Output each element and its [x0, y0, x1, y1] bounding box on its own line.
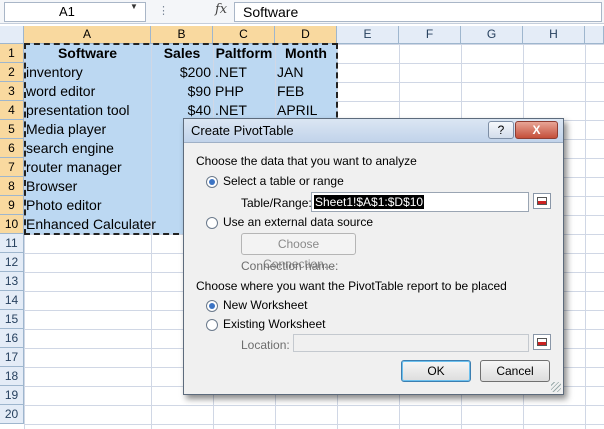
- column-header-f[interactable]: F: [399, 26, 461, 44]
- row-header[interactable]: 10: [0, 215, 24, 234]
- new-worksheet-label[interactable]: New Worksheet: [223, 298, 307, 312]
- section-analyze-label: Choose the data that you want to analyze: [196, 154, 417, 168]
- row-header[interactable]: 9: [0, 196, 24, 215]
- existing-worksheet-radio[interactable]: [206, 319, 218, 331]
- external-source-label[interactable]: Use an external data source: [223, 215, 373, 229]
- connection-name-label: Connection name:: [241, 259, 339, 273]
- insert-function-button[interactable]: fx: [215, 2, 227, 17]
- external-source-radio[interactable]: [206, 217, 218, 229]
- row-header[interactable]: 17: [0, 348, 24, 367]
- row-header[interactable]: 14: [0, 291, 24, 310]
- dialog-title: Create PivotTable: [191, 123, 294, 138]
- select-table-label[interactable]: Select a table or range: [223, 174, 344, 188]
- row-header[interactable]: 16: [0, 329, 24, 348]
- table-range-label: Table/Range:: [241, 196, 312, 210]
- existing-worksheet-label[interactable]: Existing Worksheet: [223, 317, 326, 331]
- name-box-dropdown-icon[interactable]: ▼: [130, 2, 138, 11]
- grid-line: [585, 44, 586, 429]
- row-header[interactable]: 12: [0, 253, 24, 272]
- row-header[interactable]: 18: [0, 367, 24, 386]
- row-header[interactable]: 4: [0, 101, 24, 120]
- row-header[interactable]: 2: [0, 63, 24, 82]
- column-header-g[interactable]: G: [461, 26, 523, 44]
- row-header[interactable]: 3: [0, 82, 24, 101]
- column-header-a[interactable]: A: [24, 26, 151, 44]
- formula-bar: A1 ▼ ⋮ fx Software: [0, 0, 604, 24]
- name-box-value: A1: [59, 4, 75, 19]
- column-header-e[interactable]: E: [337, 26, 399, 44]
- ok-button[interactable]: OK: [401, 360, 471, 382]
- select-table-radio[interactable]: [206, 176, 218, 188]
- new-worksheet-radio[interactable]: [206, 300, 218, 312]
- row-header[interactable]: 20: [0, 405, 24, 424]
- location-input[interactable]: [293, 334, 529, 352]
- column-header-d[interactable]: D: [275, 26, 337, 44]
- cancel-button[interactable]: Cancel: [480, 360, 550, 382]
- column-header-partial[interactable]: [585, 26, 604, 44]
- table-range-value: Sheet1!$A$1:$D$10: [314, 195, 425, 209]
- column-header-c[interactable]: C: [213, 26, 275, 44]
- row-header[interactable]: 1: [0, 44, 24, 63]
- column-header-b[interactable]: B: [151, 26, 213, 44]
- row-header[interactable]: 13: [0, 272, 24, 291]
- choose-connection-button[interactable]: Choose Connection...: [241, 233, 356, 271]
- close-button[interactable]: X: [515, 121, 558, 139]
- location-collapse-icon[interactable]: [533, 334, 551, 350]
- row-header[interactable]: 11: [0, 234, 24, 253]
- row-header[interactable]: 6: [0, 139, 24, 158]
- column-header-h[interactable]: H: [523, 26, 585, 44]
- row-header[interactable]: 7: [0, 158, 24, 177]
- row-header[interactable]: 19: [0, 386, 24, 405]
- formula-input[interactable]: Software: [234, 2, 602, 22]
- formula-bar-grip-icon: ⋮: [158, 5, 170, 17]
- select-all-corner[interactable]: [0, 26, 24, 44]
- help-button[interactable]: ?: [488, 121, 514, 139]
- row-header[interactable]: 8: [0, 177, 24, 196]
- create-pivottable-dialog: Create PivotTable ? X Choose the data th…: [183, 118, 564, 395]
- resize-grip-icon[interactable]: [551, 382, 561, 392]
- name-box[interactable]: A1: [4, 2, 146, 22]
- row-header[interactable]: 5: [0, 120, 24, 139]
- row-header[interactable]: 15: [0, 310, 24, 329]
- section-placement-label: Choose where you want the PivotTable rep…: [196, 279, 507, 293]
- table-range-input[interactable]: Sheet1!$A$1:$D$10: [311, 192, 529, 212]
- dialog-title-bar[interactable]: Create PivotTable ? X: [184, 119, 563, 143]
- location-label: Location:: [241, 338, 290, 352]
- collapse-dialog-icon[interactable]: [533, 193, 551, 209]
